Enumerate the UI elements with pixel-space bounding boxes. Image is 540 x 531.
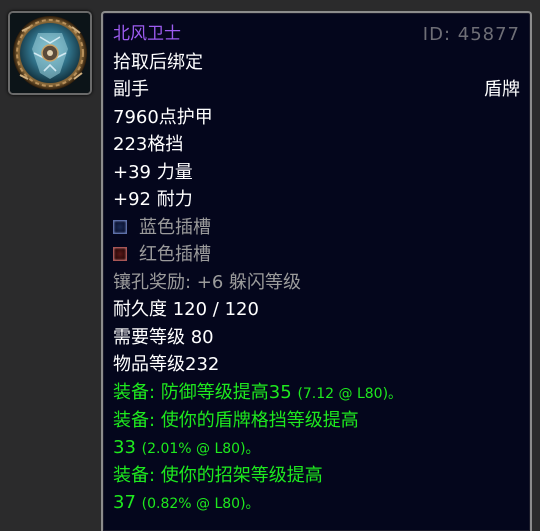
armor-stat: 7960点护甲 — [113, 107, 213, 128]
equip-value: 33 — [113, 437, 136, 458]
item-level: 物品等级232 — [113, 354, 220, 375]
equip-effect-block-value: 33 (2.01% @ L80)。 — [113, 434, 520, 461]
item-tooltip: 北风卫士 ID: 45877 拾取后绑定 副手 盾牌 7960点护甲 223格挡… — [101, 11, 532, 531]
socket-blue: 蓝色插槽 — [113, 214, 520, 241]
socket-blue-label: 蓝色插槽 — [139, 217, 211, 238]
stamina-stat: +92 耐力 — [113, 189, 193, 210]
item-slot: 副手 — [113, 79, 149, 100]
socket-red-label: 红色插槽 — [139, 244, 211, 265]
equip-prefix: 装备: — [113, 465, 161, 486]
equip-effect-parry-value: 37 (0.82% @ L80)。 — [113, 489, 520, 516]
block-stat: 223格挡 — [113, 134, 184, 155]
equip-detail: (2.01% @ L80)。 — [141, 441, 260, 457]
required-level: 需要等级 80 — [113, 327, 214, 348]
bind-type: 拾取后绑定 — [113, 52, 203, 73]
item-id: ID: 45877 — [422, 24, 520, 45]
durability: 耐久度 120 / 120 — [113, 299, 259, 320]
equip-text: 使你的盾牌格挡等级提高 — [160, 410, 359, 431]
socket-bonus: 镶孔奖励: +6 躲闪等级 — [113, 272, 302, 293]
equip-value: 37 — [113, 492, 136, 513]
item-icon[interactable] — [8, 11, 92, 95]
item-name: 北风卫士 — [113, 24, 181, 44]
red-socket-icon — [113, 247, 127, 261]
equip-detail: (7.12 @ L80)。 — [297, 386, 403, 402]
equip-prefix: 装备: — [113, 410, 161, 431]
blue-socket-icon — [113, 220, 127, 234]
equip-effect-block: 装备: 使你的盾牌格挡等级提高 — [113, 407, 520, 434]
socket-red: 红色插槽 — [113, 241, 520, 268]
equip-text: 使你的招架等级提高 — [160, 465, 323, 486]
strength-stat: +39 力量 — [113, 162, 193, 183]
slot-row: 副手 盾牌 — [113, 76, 520, 103]
equip-effect-defense: 装备: 防御等级提高35 (7.12 @ L80)。 — [113, 379, 520, 406]
equip-effect-parry: 装备: 使你的招架等级提高 — [113, 462, 520, 489]
item-type: 盾牌 — [484, 79, 520, 100]
equip-detail: (0.82% @ L80)。 — [141, 496, 260, 512]
equip-text: 防御等级提高35 — [160, 382, 292, 403]
equip-prefix: 装备: — [113, 382, 161, 403]
item-name-row: 北风卫士 ID: 45877 — [113, 21, 520, 48]
shield-icon — [10, 13, 90, 93]
